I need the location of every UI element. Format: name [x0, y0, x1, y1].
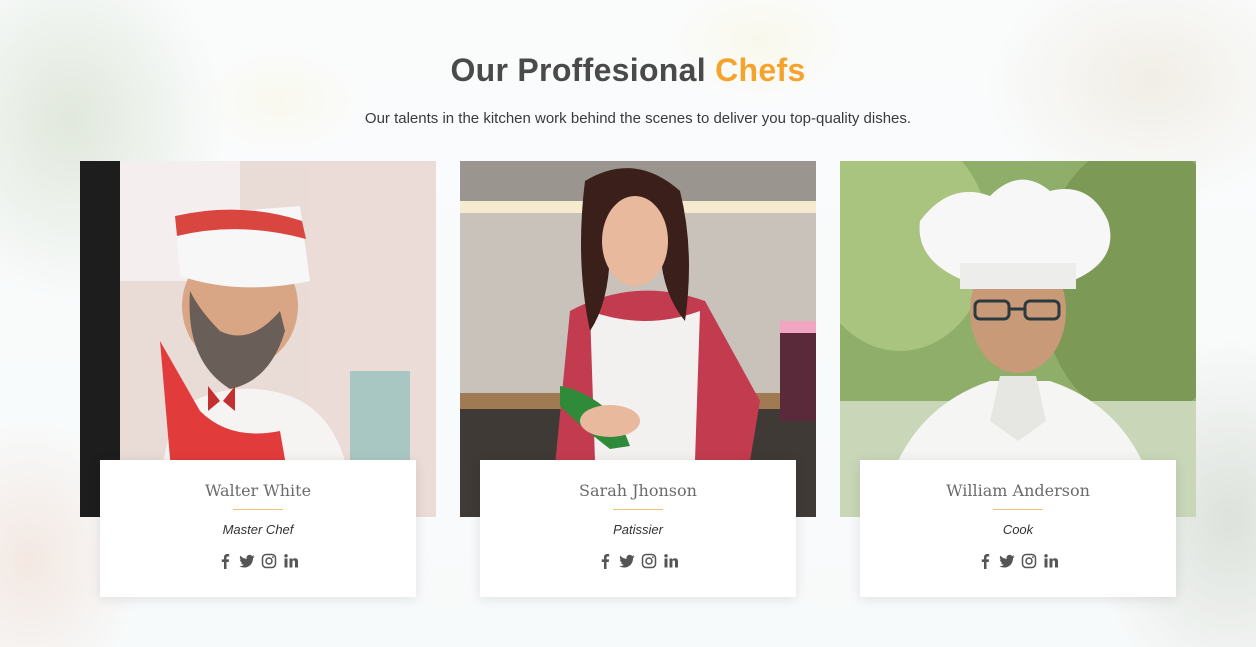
instagram-icon[interactable] — [1021, 553, 1037, 569]
chef-role: Cook — [1002, 522, 1034, 537]
chef-card: Walter White Master Chef — [80, 161, 436, 601]
linkedin-icon[interactable] — [663, 553, 679, 569]
social-links — [860, 553, 1176, 569]
chefs-section: Our Proffesional Chefs Our talents in th… — [0, 0, 1256, 647]
name-divider — [233, 509, 283, 510]
section-subtitle: Our talents in the kitchen work behind t… — [364, 110, 912, 127]
facebook-icon[interactable] — [217, 553, 233, 569]
facebook-icon[interactable] — [977, 553, 993, 569]
instagram-icon[interactable] — [261, 553, 277, 569]
title-main: Our Proffesional — [450, 52, 716, 88]
chef-info-card: Sarah Jhonson Patissier — [480, 460, 796, 597]
chef-name: Sarah Jhonson — [579, 481, 697, 500]
facebook-icon[interactable] — [597, 553, 613, 569]
chef-name: Walter White — [204, 481, 312, 500]
chef-card: Sarah Jhonson Patissier — [460, 161, 816, 601]
twitter-icon[interactable] — [619, 553, 635, 569]
chef-info-card: Walter White Master Chef — [100, 460, 416, 597]
social-links — [480, 553, 796, 569]
twitter-icon[interactable] — [239, 553, 255, 569]
chef-info-card: William Anderson Cook — [860, 460, 1176, 597]
instagram-icon[interactable] — [641, 553, 657, 569]
name-divider — [993, 509, 1043, 510]
chef-name: William Anderson — [946, 481, 1090, 500]
chef-role: Patissier — [613, 522, 663, 537]
linkedin-icon[interactable] — [1043, 553, 1059, 569]
twitter-icon[interactable] — [999, 553, 1015, 569]
section-title: Our Proffesional Chefs — [0, 52, 1256, 89]
social-links — [100, 553, 416, 569]
chef-role: Master Chef — [222, 522, 294, 537]
chef-card: William Anderson Cook — [840, 161, 1196, 601]
title-accent: Chefs — [715, 52, 806, 88]
name-divider — [613, 509, 663, 510]
linkedin-icon[interactable] — [283, 553, 299, 569]
